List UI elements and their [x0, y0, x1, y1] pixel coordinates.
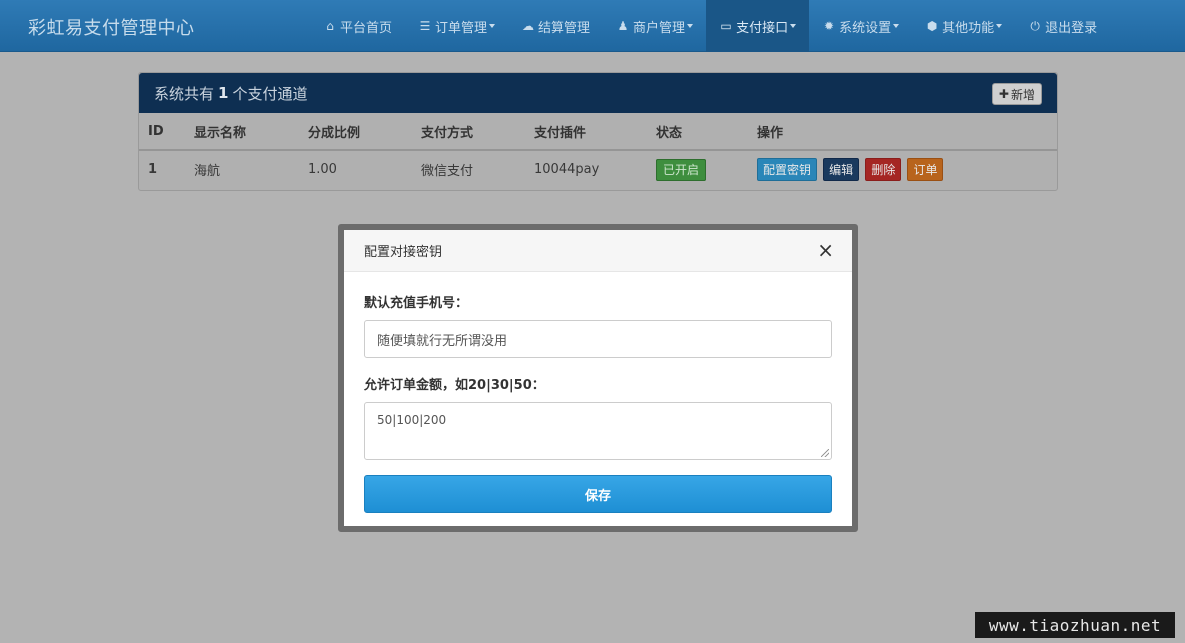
column-header-method: 支付方式	[412, 113, 525, 151]
nav-item-logout[interactable]: ⏻ 退出登录	[1015, 0, 1110, 52]
panel-title-prefix: 系统共有	[154, 84, 215, 103]
modal-body: 默认充值手机号： 随便填就行无所谓没用 允许订单金额，如20|30|50： 50…	[344, 272, 852, 513]
chevron-down-icon	[996, 24, 1003, 28]
column-header-plugin: 支付插件	[525, 113, 647, 151]
nav-item-system-settings[interactable]: ✹ 系统设置	[809, 0, 912, 52]
brand-title[interactable]: 彩虹易支付管理中心	[28, 14, 195, 40]
nav-item-home[interactable]: ⌂ 平台首页	[310, 0, 405, 52]
chevron-down-icon	[489, 24, 496, 28]
nav-item-orders[interactable]: ☰ 订单管理	[405, 0, 508, 52]
amount-field-label: 允许订单金额，如20|30|50：	[364, 378, 545, 393]
channel-panel: 系统共有 1 个支付通道 ✚ 新增 ID 显示名称 分成比例 支付方式 支付插件…	[138, 72, 1058, 191]
channel-table: ID 显示名称 分成比例 支付方式 支付插件 状态 操作 1 海航 1.00 微…	[139, 113, 1057, 188]
configure-key-modal: 配置对接密钥 × 默认充值手机号： 随便填就行无所谓没用 允许订单金额，如20|…	[338, 224, 858, 532]
power-icon: ⏻	[1030, 18, 1040, 33]
main-nav: ⌂ 平台首页 ☰ 订单管理 ☁ 结算管理 ♟ 商户管理 ▭ 支付接口 ✹ 系统设…	[310, 0, 1110, 52]
delete-button[interactable]: 删除	[865, 158, 902, 181]
nav-label: 平台首页	[340, 20, 393, 36]
panel-title-suffix: 个支付通道	[232, 84, 308, 103]
chevron-down-icon	[893, 24, 900, 28]
nav-item-settlement[interactable]: ☁ 结算管理	[508, 0, 603, 52]
nav-label: 系统设置	[839, 20, 892, 36]
cell-status: 已开启	[647, 150, 748, 188]
column-header-status: 状态	[647, 113, 748, 151]
cell-method: 微信支付	[421, 164, 474, 179]
save-button[interactable]: 保存	[364, 475, 832, 513]
watermark: www.tiaozhuan.net	[975, 612, 1175, 638]
nav-label: 其他功能	[942, 20, 995, 36]
user-icon: ♟	[617, 19, 629, 33]
gear-icon: ✹	[824, 19, 835, 33]
cell-plugin: 10044pay	[534, 162, 600, 177]
column-header-id: ID	[139, 113, 185, 151]
list-icon: ☰	[419, 19, 431, 33]
top-navbar: 彩虹易支付管理中心 ⌂ 平台首页 ☰ 订单管理 ☁ 结算管理 ♟ 商户管理 ▭ …	[0, 0, 1185, 52]
chevron-down-icon	[790, 24, 797, 28]
phone-field[interactable]: 随便填就行无所谓没用	[364, 320, 832, 358]
nav-label: 结算管理	[538, 20, 591, 36]
configure-key-button[interactable]: 配置密钥	[757, 158, 818, 181]
status-badge: 已开启	[656, 159, 707, 181]
close-icon[interactable]: ×	[817, 240, 834, 260]
phone-field-label: 默认充值手机号：	[364, 296, 469, 311]
table-header-row: ID 显示名称 分成比例 支付方式 支付插件 状态 操作	[139, 113, 1057, 151]
column-header-ratio: 分成比例	[299, 113, 412, 151]
nav-item-merchants[interactable]: ♟ 商户管理	[603, 0, 706, 52]
cell-ratio: 1.00	[308, 162, 337, 177]
table-row: 1 海航 1.00 微信支付 10044pay 已开启 配置密钥 编辑 删除 订…	[139, 150, 1057, 188]
column-header-name: 显示名称	[185, 113, 299, 151]
modal-header: 配置对接密钥 ×	[344, 230, 852, 272]
nav-label: 商户管理	[633, 20, 686, 36]
channel-count: 1	[218, 84, 229, 102]
cell-name: 海航	[194, 164, 221, 179]
nav-item-payment-interface[interactable]: ▭ 支付接口	[706, 0, 810, 52]
nav-label: 订单管理	[435, 20, 488, 36]
resize-handle-icon[interactable]	[821, 449, 829, 457]
orders-button[interactable]: 订单	[907, 158, 944, 181]
plus-icon: ✚	[998, 87, 1009, 101]
nav-item-other[interactable]: ⬢ 其他功能	[912, 0, 1015, 52]
cell-actions: 配置密钥 编辑 删除 订单	[748, 150, 1057, 188]
modal-title: 配置对接密钥	[364, 245, 443, 260]
home-icon: ⌂	[326, 19, 334, 33]
cube-icon: ⬢	[926, 19, 938, 33]
panel-heading: 系统共有 1 个支付通道 ✚ 新增	[139, 73, 1057, 113]
column-header-actions: 操作	[748, 113, 1057, 151]
card-icon: ▭	[720, 19, 732, 33]
edit-button[interactable]: 编辑	[823, 158, 860, 181]
nav-label: 支付接口	[736, 20, 789, 36]
add-button-label: 新增	[1010, 87, 1035, 102]
amount-value: 50|100|200	[377, 413, 447, 427]
cloud-icon: ☁	[522, 19, 535, 33]
nav-label: 退出登录	[1045, 20, 1098, 36]
add-channel-button[interactable]: ✚ 新增	[991, 83, 1042, 105]
cell-id: 1	[148, 162, 158, 177]
amount-textarea[interactable]: 50|100|200	[364, 402, 832, 460]
chevron-down-icon	[687, 24, 694, 28]
